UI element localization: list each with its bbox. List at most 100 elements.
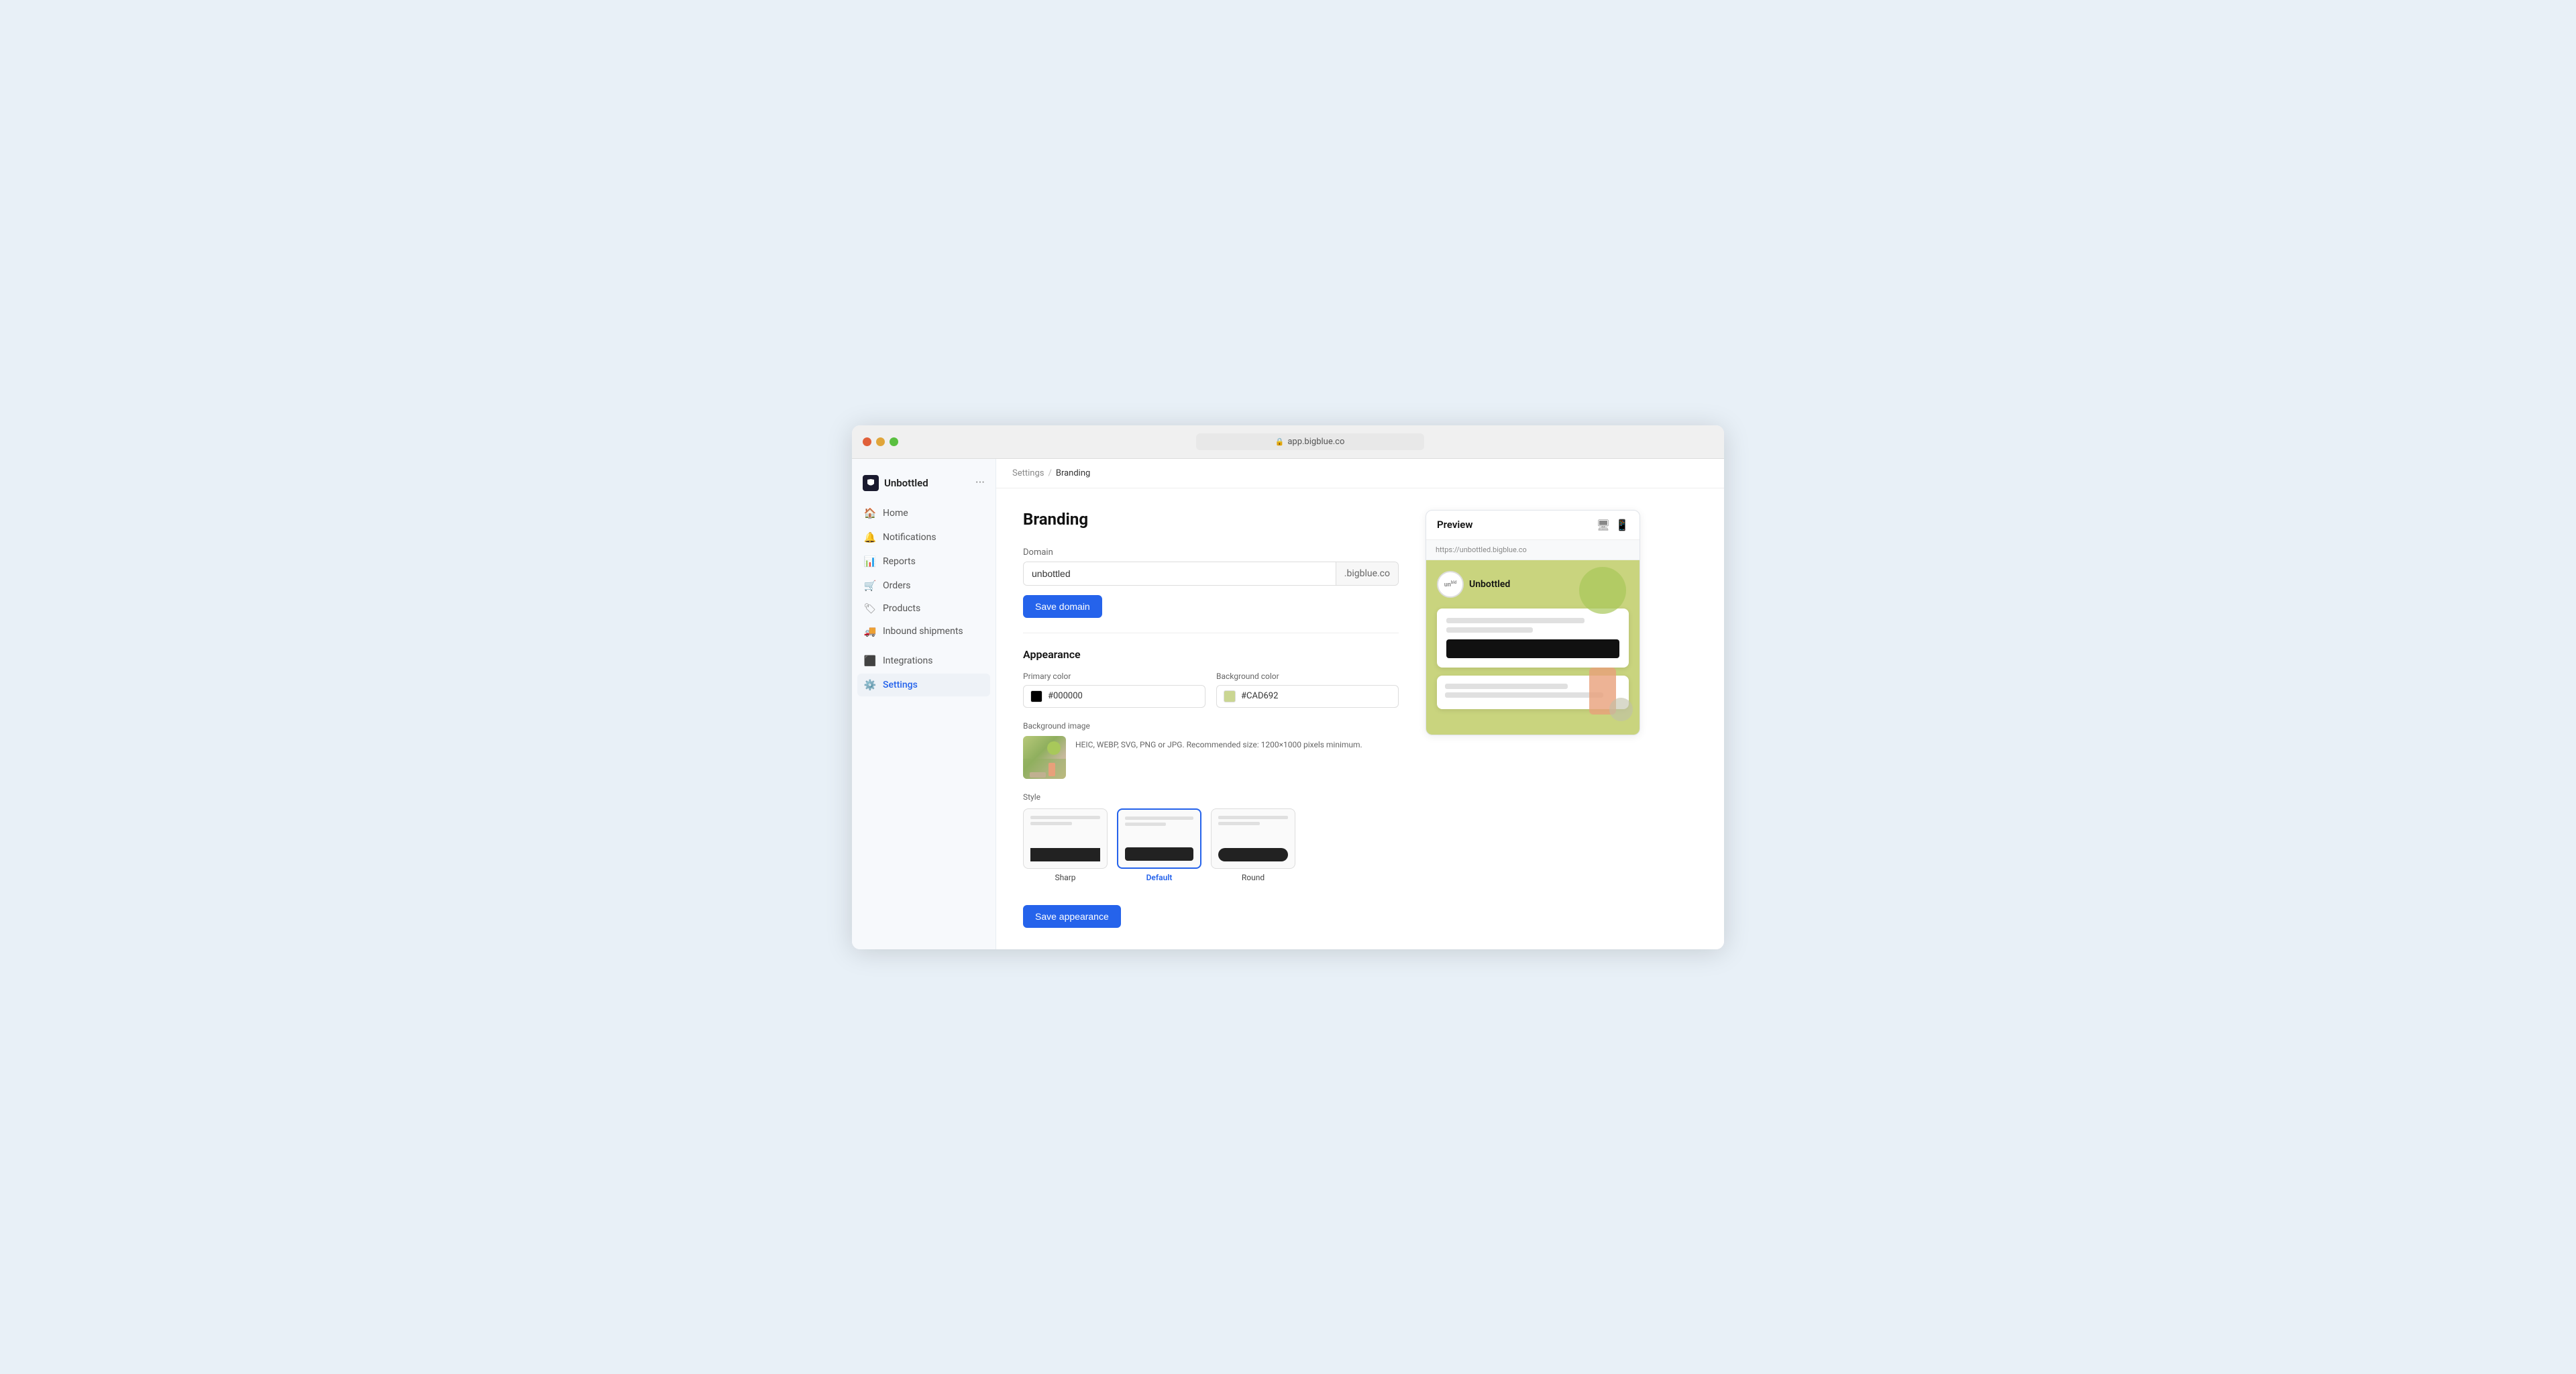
sharp-button-preview	[1030, 848, 1100, 861]
primary-color-label: Primary color	[1023, 672, 1205, 681]
sidebar-item-notifications[interactable]: 🔔 Notifications	[857, 526, 990, 549]
preview-content: unbld Unbottled	[1426, 560, 1640, 735]
style-line-2	[1030, 822, 1072, 825]
style-line-1	[1030, 816, 1100, 819]
brand-icon	[863, 475, 879, 491]
sidebar-brand: Unbottled	[863, 475, 928, 491]
sidebar-item-label: Notifications	[883, 532, 936, 543]
blob-grey	[1609, 698, 1633, 721]
browser-toolbar: 🔒 app.bigblue.co	[852, 425, 1724, 459]
main-content: Settings / Branding Branding Domain .big…	[996, 459, 1724, 949]
preview-header: Preview 🖥 📱	[1426, 511, 1640, 540]
sidebar-nav: 🏠 Home 🔔 Notifications 📊 Reports 🛒	[852, 502, 996, 696]
breadcrumb-parent[interactable]: Settings	[1012, 468, 1044, 478]
style-card-lines	[1218, 816, 1288, 825]
mobile-view-icon[interactable]: 📱	[1615, 519, 1629, 531]
page-title: Branding	[1023, 510, 1399, 529]
app-layout: Unbottled ··· 🏠 Home 🔔 Notifications 📊	[852, 459, 1724, 949]
style-option-default[interactable]: Default	[1117, 808, 1201, 882]
primary-color-swatch	[1030, 690, 1042, 702]
preview-bottom-line-2	[1445, 692, 1603, 698]
style-line-1	[1125, 816, 1193, 820]
primary-color-input[interactable]: #000000	[1023, 685, 1205, 708]
preview-card: Preview 🖥 📱 https://unbottled.bigblue.co	[1426, 510, 1640, 735]
sidebar-header: Unbottled ···	[852, 470, 996, 502]
preview-logo: unbld	[1437, 571, 1464, 598]
background-color-input[interactable]: #CAD692	[1216, 685, 1399, 708]
preview-skeleton-1	[1446, 618, 1585, 623]
sidebar-item-orders[interactable]: 🛒 Orders	[857, 574, 990, 597]
style-name-round: Round	[1242, 873, 1265, 882]
preview-cta-button	[1446, 639, 1619, 658]
color-row: Primary color #000000 Background color #…	[1023, 672, 1399, 708]
background-color-swatch	[1224, 690, 1236, 702]
sidebar: Unbottled ··· 🏠 Home 🔔 Notifications 📊	[852, 459, 996, 949]
gear-icon: ⚙️	[864, 679, 876, 691]
sidebar-item-label: Home	[883, 508, 908, 519]
style-option-round[interactable]: Round	[1211, 808, 1295, 882]
background-color-field: Background color #CAD692	[1216, 672, 1399, 708]
sidebar-item-label: Settings	[883, 680, 918, 690]
traffic-lights	[863, 437, 898, 446]
background-color-label: Background color	[1216, 672, 1399, 681]
default-button-preview	[1125, 847, 1193, 861]
primary-color-value: #000000	[1048, 691, 1083, 701]
lock-icon: 🔒	[1275, 437, 1285, 446]
url-bar: 🔒 app.bigblue.co	[906, 433, 1713, 450]
style-card-lines	[1125, 816, 1193, 826]
sidebar-item-integrations[interactable]: ⬛ Integrations	[857, 649, 990, 672]
domain-label: Domain	[1023, 547, 1399, 558]
sidebar-more-icon[interactable]: ···	[975, 476, 985, 490]
preview-brand-name: Unbottled	[1469, 579, 1510, 590]
style-card-default	[1117, 808, 1201, 869]
background-color-value: #CAD692	[1241, 691, 1278, 701]
form-section: Branding Domain .bigblue.co Save domain …	[1023, 510, 1399, 928]
preview-skeleton-2	[1446, 627, 1533, 633]
appearance-title: Appearance	[1023, 648, 1399, 661]
background-image-section: Background image HEIC, WEBP, SVG, PNG or	[1023, 721, 1399, 779]
desktop-view-icon[interactable]: 🖥	[1597, 519, 1610, 531]
maximize-button[interactable]	[890, 437, 898, 446]
style-card-round	[1211, 808, 1295, 869]
style-card-lines	[1030, 816, 1100, 825]
save-domain-button[interactable]: Save domain	[1023, 595, 1102, 618]
content-area: Branding Domain .bigblue.co Save domain …	[996, 488, 1724, 949]
preview-view-toggle: 🖥 📱	[1597, 519, 1629, 531]
background-image-thumbnail[interactable]	[1023, 736, 1066, 779]
style-options: Sharp	[1023, 808, 1399, 882]
sidebar-group-operations: 🛒 Orders 🏷 Products 🚚 Inbound shipments	[857, 574, 990, 643]
sidebar-item-products[interactable]: 🏷 Products	[857, 597, 990, 620]
grid-icon: ⬛	[864, 655, 876, 667]
sidebar-item-label: Reports	[883, 556, 916, 567]
round-button-preview	[1218, 848, 1288, 861]
sidebar-item-label: Orders	[883, 580, 911, 591]
cart-icon: 🛒	[864, 580, 876, 592]
save-appearance-button[interactable]: Save appearance	[1023, 905, 1121, 928]
breadcrumb-separator: /	[1048, 468, 1051, 478]
style-card-sharp	[1023, 808, 1108, 869]
sidebar-item-label: Products	[883, 603, 920, 614]
blob-green	[1579, 567, 1626, 614]
preview-bottom-line-1	[1445, 684, 1568, 689]
bell-icon: 🔔	[864, 531, 876, 543]
home-icon: 🏠	[864, 507, 876, 519]
domain-input[interactable]	[1024, 562, 1336, 585]
style-line-1	[1218, 816, 1288, 819]
minimize-button[interactable]	[876, 437, 885, 446]
browser-window: 🔒 app.bigblue.co Unbottled ···	[852, 425, 1724, 949]
style-label: Style	[1023, 792, 1399, 802]
sidebar-item-settings[interactable]: ⚙️ Settings	[857, 674, 990, 696]
url-input[interactable]: 🔒 app.bigblue.co	[1196, 433, 1424, 450]
domain-row: .bigblue.co	[1023, 562, 1399, 586]
bar-chart-icon: 📊	[864, 556, 876, 568]
sidebar-item-inbound-shipments[interactable]: 🚚 Inbound shipments	[857, 620, 990, 643]
brand-name: Unbottled	[884, 477, 928, 489]
sidebar-item-reports[interactable]: 📊 Reports	[857, 550, 990, 573]
style-line-2	[1218, 822, 1260, 825]
close-button[interactable]	[863, 437, 871, 446]
style-name-sharp: Sharp	[1055, 873, 1075, 882]
sidebar-item-home[interactable]: 🏠 Home	[857, 502, 990, 525]
style-option-sharp[interactable]: Sharp	[1023, 808, 1108, 882]
breadcrumb-current: Branding	[1056, 468, 1090, 478]
truck-icon: 🚚	[864, 625, 876, 637]
